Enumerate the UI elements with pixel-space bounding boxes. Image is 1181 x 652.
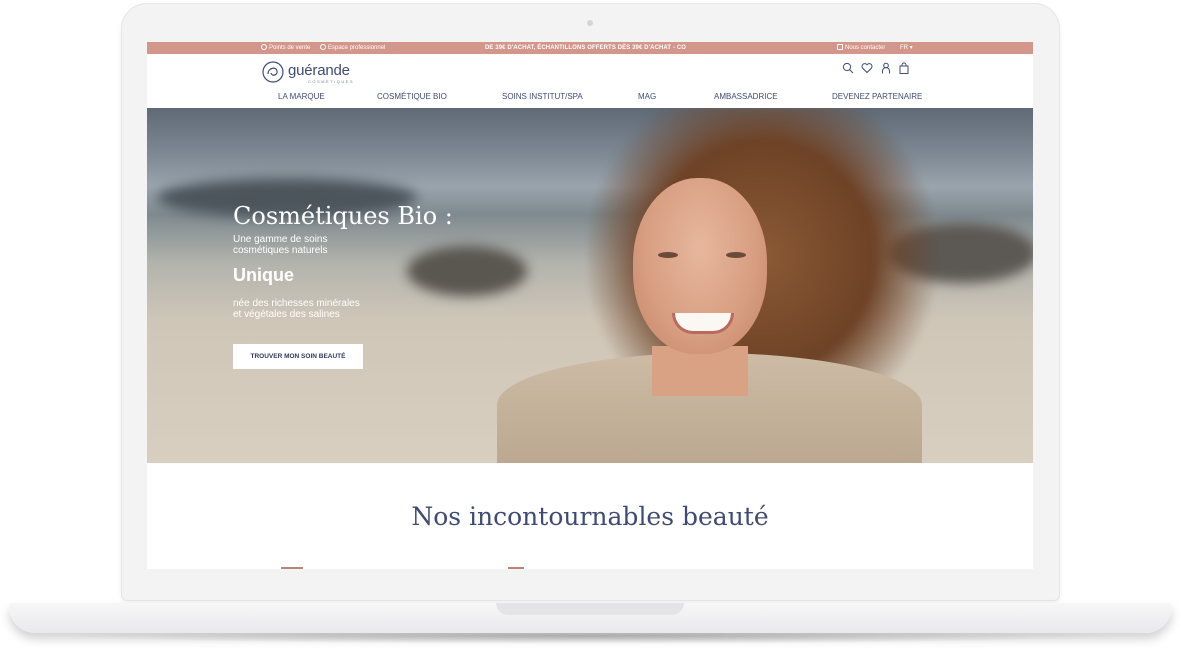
hero-model-eye-left <box>658 252 678 258</box>
logo-wordmark: guérande <box>288 62 350 79</box>
hero-title: Cosmétiques Bio : <box>233 202 453 230</box>
nav-item-ambassadrice[interactable]: AMBASSADRICE <box>714 92 778 101</box>
location-pin-icon <box>261 44 267 50</box>
pro-space-link[interactable]: Espace professionnel <box>320 42 385 54</box>
browser-screen: Points de vente Espace professionnel DE … <box>147 42 1033 569</box>
laptop-base-notch <box>496 603 684 615</box>
contact-link[interactable]: Nous contacter <box>837 42 885 54</box>
product-card-peek <box>281 567 303 569</box>
top-announcement-bar: Points de vente Espace professionnel DE … <box>147 42 1033 54</box>
main-nav: LA MARQUE COSMÉTIQUE BIO SOINS INSTITUT/… <box>147 92 1033 106</box>
mail-icon <box>837 44 843 50</box>
nav-item-la-marque[interactable]: LA MARQUE <box>278 92 325 101</box>
hero-banner: Cosmétiques Bio : Une gamme de soins cosm… <box>147 108 1033 463</box>
heart-icon[interactable] <box>861 62 873 74</box>
site-header: guérande COSMÉTIQUES LA MARQUE COSMÉTIQU… <box>147 54 1033 108</box>
nav-item-soins-institut-spa[interactable]: SOINS INSTITUT/SPA <box>502 92 583 101</box>
camera-dot <box>587 20 593 26</box>
product-card-peek <box>508 567 524 569</box>
hero-subtitle-1: Une gamme de soins cosmétiques naturels <box>233 234 328 256</box>
user-icon[interactable] <box>880 62 892 74</box>
find-my-care-button[interactable]: TROUVER MON SOIN BEAUTÉ <box>233 344 363 369</box>
section-title: Nos incontournables beauté <box>411 502 769 531</box>
promo-ticker: DE 39€ D'ACHAT, ÉCHANTILLONS OFFERTS DÈS… <box>485 45 687 51</box>
nav-item-mag[interactable]: MAG <box>638 92 656 101</box>
search-icon[interactable] <box>842 62 854 74</box>
hero-model-eye-right <box>726 252 746 258</box>
pro-user-icon <box>320 44 326 50</box>
hero-highlight: Unique <box>233 265 294 285</box>
nav-item-cosmetique-bio[interactable]: COSMÉTIQUE BIO <box>377 92 447 101</box>
hero-subtitle-2: née des richesses minérales et végétales … <box>233 298 360 320</box>
logo-subtitle: COSMÉTIQUES <box>308 79 355 84</box>
hero-bg-rock <box>407 246 527 296</box>
stores-link[interactable]: Points de vente <box>261 42 310 54</box>
nav-item-devenez-partenaire[interactable]: DEVENEZ PARTENAIRE <box>832 92 922 101</box>
logo-swirl-icon <box>262 61 284 83</box>
language-selector[interactable]: FR ▾ <box>900 42 913 54</box>
bag-icon[interactable] <box>898 62 910 74</box>
